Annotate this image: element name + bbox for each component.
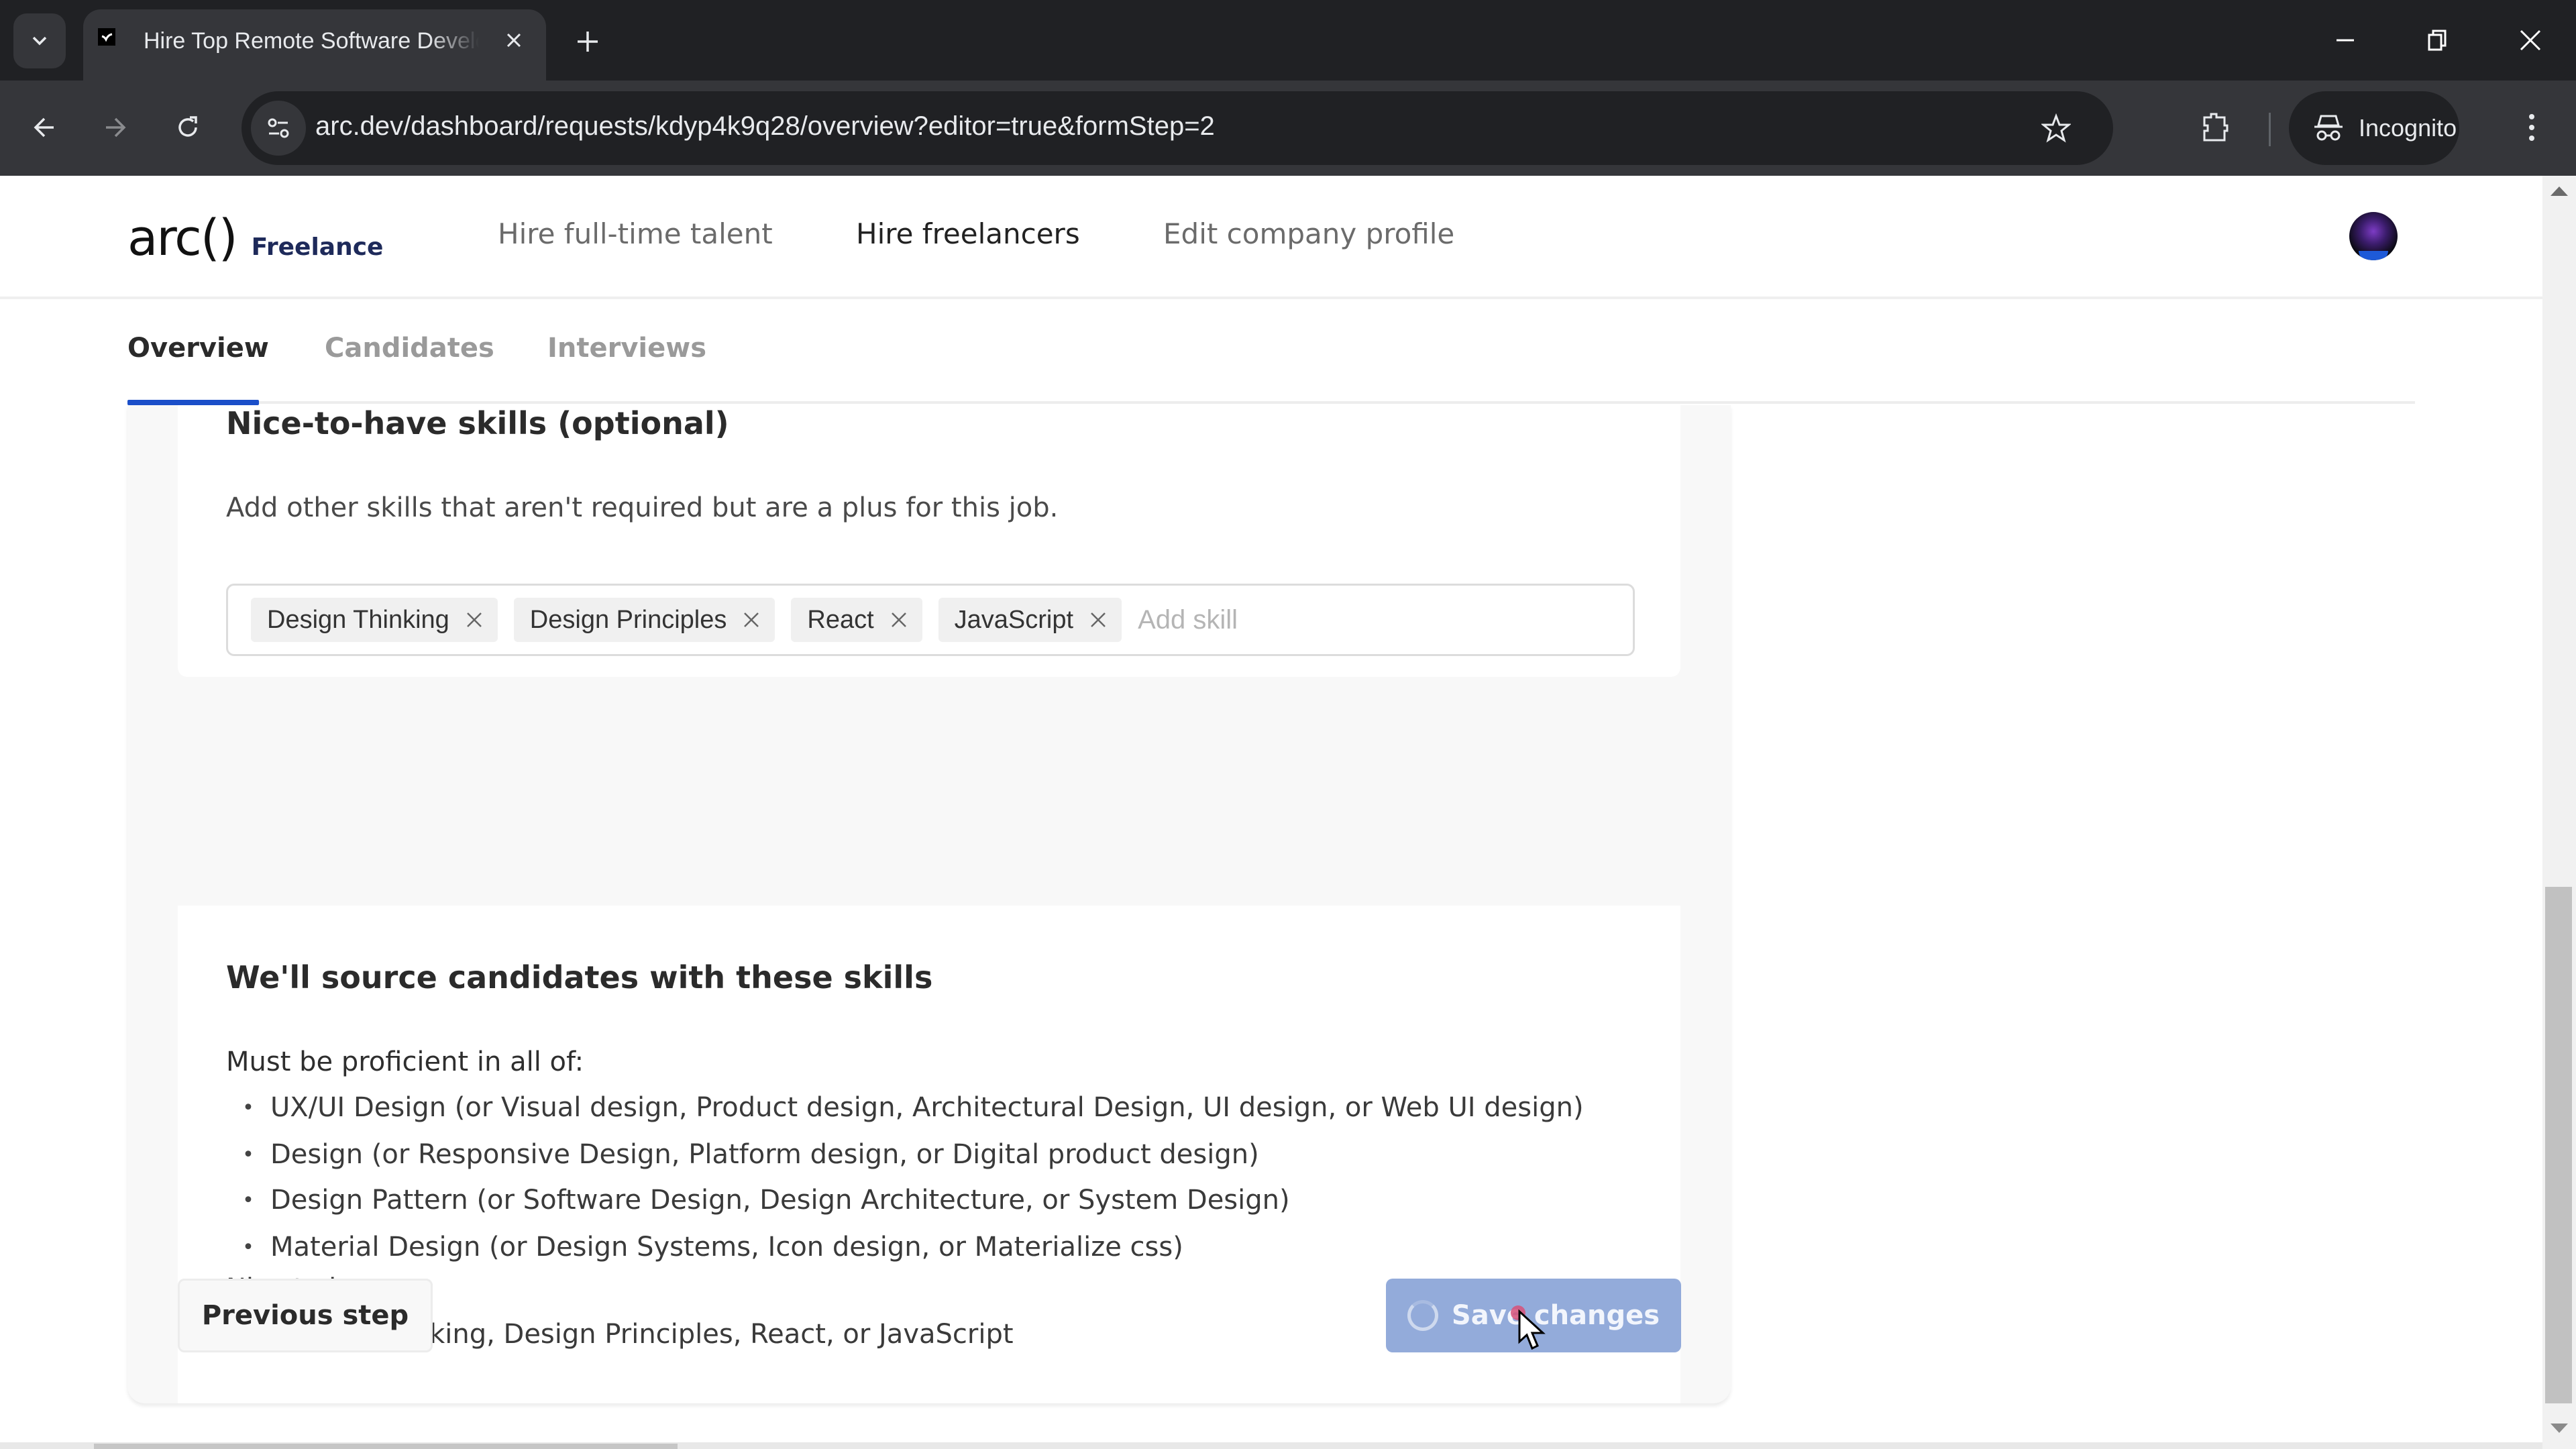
logo-subtitle: Freelance	[251, 233, 384, 261]
skill-chip: Design Principles	[513, 598, 775, 642]
scroll-up-arrow-icon[interactable]	[2551, 186, 2568, 196]
url-text[interactable]: arc.dev/dashboard/requests/kdyp4k9q28/ov…	[315, 111, 1215, 142]
scroll-down-arrow-icon[interactable]	[2551, 1424, 2568, 1433]
close-icon	[466, 612, 482, 627]
incognito-icon	[2314, 115, 2343, 141]
bullet-icon: •	[242, 1235, 254, 1259]
incognito-label: Incognito	[2359, 114, 2457, 142]
loading-spinner-icon	[1407, 1300, 1438, 1331]
star-icon	[2041, 113, 2071, 143]
nice-to-have-title: Nice-to-have skills (optional)	[226, 405, 729, 441]
bullet-icon: •	[242, 1188, 254, 1212]
nav-hire-full-time[interactable]: Hire full-time talent	[498, 217, 773, 250]
forward-button[interactable]	[94, 106, 137, 149]
skill-chip-label: JavaScript	[954, 605, 1074, 634]
nice-to-have-section: Nice-to-have skills (optional) Add other…	[178, 405, 1680, 677]
minimize-icon	[2337, 39, 2354, 42]
page-viewport: arc() Freelance Hire full-time talent Hi…	[0, 176, 2542, 1449]
arc-logo[interactable]: arc() Freelance	[127, 209, 383, 267]
plus-icon	[578, 32, 598, 52]
active-tab-indicator	[127, 400, 259, 405]
browser-menu-button[interactable]	[2512, 106, 2552, 149]
back-button[interactable]	[23, 106, 66, 149]
close-icon	[1091, 612, 1106, 627]
nice-to-have-skills-input[interactable]: Design Thinking Design Principles React	[226, 584, 1635, 656]
mouse-cursor-icon	[1518, 1309, 1546, 1350]
remove-skill-button[interactable]	[464, 610, 484, 630]
site-header: arc() Freelance Hire full-time talent Hi…	[0, 176, 2542, 299]
reload-icon	[178, 116, 197, 137]
must-have-item: • Design Pattern (or Software Design, Des…	[226, 1185, 1290, 1216]
tab-interviews[interactable]: Interviews	[547, 333, 706, 364]
restore-button[interactable]	[2418, 20, 2458, 60]
site-info-button[interactable]	[251, 101, 306, 156]
skill-chip: Design Thinking	[251, 598, 498, 642]
more-vert-icon	[2529, 114, 2534, 141]
user-avatar[interactable]	[2349, 212, 2398, 260]
new-tab-button[interactable]	[570, 24, 605, 59]
toolbar-divider	[2269, 113, 2271, 146]
skill-chip: JavaScript	[938, 598, 1122, 642]
browser-toolbar: arc.dev/dashboard/requests/kdyp4k9q28/ov…	[0, 80, 2576, 176]
tab-close-button[interactable]	[499, 25, 529, 55]
chevron-down-icon	[32, 36, 47, 46]
tab-candidates[interactable]: Candidates	[325, 333, 494, 364]
logo-mark: arc()	[127, 209, 238, 267]
bullet-icon: •	[242, 1095, 254, 1120]
skill-chip-label: Design Principles	[529, 605, 727, 634]
reload-button[interactable]	[166, 106, 209, 149]
close-icon	[506, 33, 521, 48]
browser-tab-active[interactable]: Hire Top Remote Software Developers	[83, 9, 546, 80]
skill-chip: React	[791, 598, 922, 642]
tab-overview[interactable]: Overview	[127, 333, 269, 364]
extensions-button[interactable]	[2194, 106, 2237, 149]
must-have-item-text: Material Design (or Design Systems, Icon…	[270, 1232, 1183, 1263]
address-bar[interactable]: arc.dev/dashboard/requests/kdyp4k9q28/ov…	[241, 91, 2113, 165]
save-changes-label: Save changes	[1451, 1300, 1660, 1331]
must-have-item: • Design (or Responsive Design, Platform …	[226, 1139, 1259, 1170]
skill-chip-label: React	[807, 605, 874, 634]
vertical-scrollbar[interactable]	[2542, 176, 2576, 1449]
skill-chip-label: Design Thinking	[267, 605, 449, 634]
must-have-item-text: Design Pattern (or Software Design, Desi…	[270, 1185, 1290, 1216]
browser-tabstrip: Hire Top Remote Software Developers	[0, 0, 2576, 80]
must-have-item-text: Design (or Responsive Design, Platform d…	[270, 1139, 1259, 1170]
scrollbar-thumb[interactable]	[2545, 887, 2572, 1403]
must-have-item-text: UX/UI Design (or Visual design, Product …	[270, 1092, 1584, 1123]
arrow-left-icon	[34, 117, 54, 138]
previous-step-button[interactable]: Previous step	[178, 1279, 433, 1352]
remove-skill-button[interactable]	[1088, 610, 1108, 630]
arc-favicon	[98, 28, 115, 46]
close-icon	[744, 612, 759, 627]
summary-title: We'll source candidates with these skill…	[226, 959, 933, 996]
tab-search-button[interactable]	[13, 13, 66, 68]
add-skill-input[interactable]	[1138, 604, 1541, 635]
nice-to-have-description: Add other skills that aren't required bu…	[226, 492, 1059, 523]
must-have-item: • Material Design (or Design Systems, Ico…	[226, 1232, 1183, 1263]
restore-icon	[2428, 30, 2447, 51]
close-icon	[2520, 30, 2541, 51]
puzzle-icon	[2203, 113, 2229, 142]
tune-icon	[268, 118, 289, 138]
arrow-right-icon	[106, 117, 126, 138]
bullet-icon: •	[242, 1142, 254, 1167]
incognito-indicator[interactable]: Incognito	[2289, 91, 2459, 165]
must-have-label: Must be proficient in all of:	[226, 1046, 584, 1077]
bookmark-button[interactable]	[2039, 111, 2073, 145]
horizontal-scrollbar-thumb[interactable]	[94, 1444, 678, 1449]
remove-skill-button[interactable]	[741, 610, 761, 630]
remove-skill-button[interactable]	[889, 610, 909, 630]
nav-edit-company-profile[interactable]: Edit company profile	[1163, 217, 1454, 250]
tab-title: Hire Top Remote Software Developers	[144, 28, 479, 54]
window-close-button[interactable]	[2510, 20, 2551, 60]
close-icon	[891, 612, 906, 627]
subtabs: Overview Candidates Interviews	[127, 301, 2415, 405]
must-have-item: • UX/UI Design (or Visual design, Product…	[226, 1092, 1584, 1123]
minimize-button[interactable]	[2325, 20, 2365, 60]
nav-hire-freelancers[interactable]: Hire freelancers	[856, 217, 1080, 250]
